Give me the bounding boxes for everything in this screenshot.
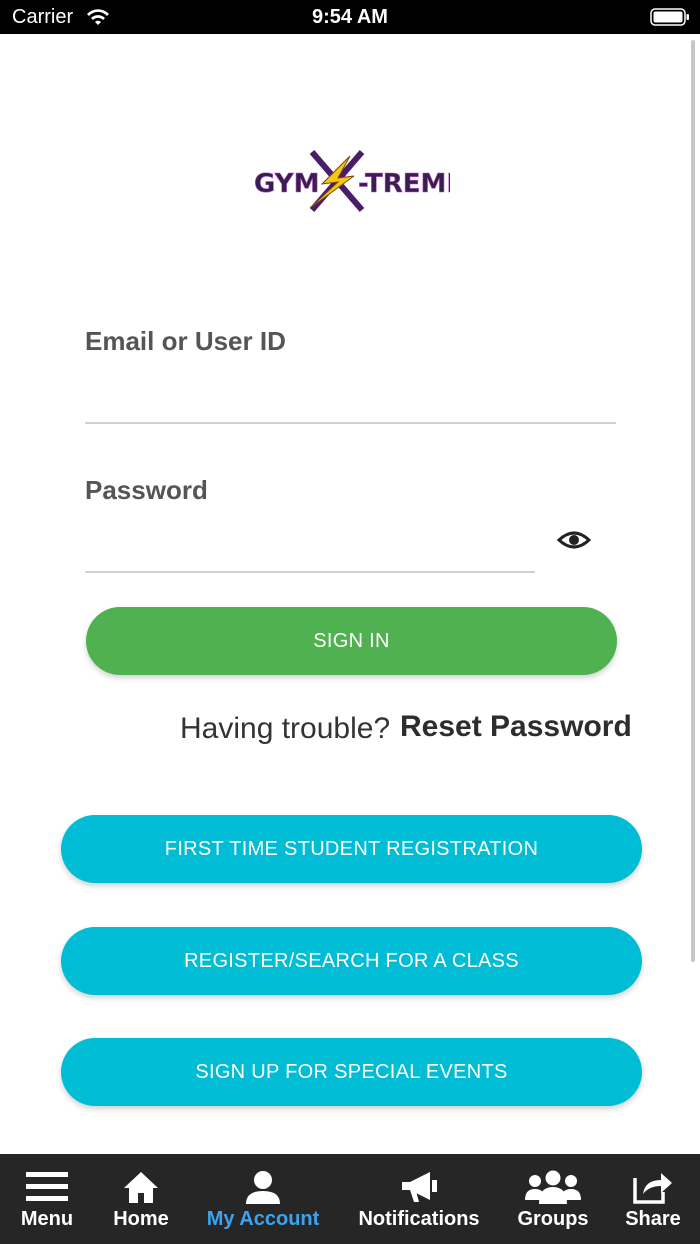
tab-label: My Account	[206, 1208, 320, 1230]
battery-icon	[650, 8, 689, 26]
svg-text:GYM: GYM	[254, 169, 319, 199]
group-icon	[525, 1170, 581, 1204]
clock: 9:54 AM	[312, 6, 388, 28]
reset-password-link[interactable]: Reset Password	[400, 710, 632, 744]
show-password-icon[interactable]	[557, 527, 591, 553]
share-icon	[633, 1173, 672, 1204]
password-label: Password	[85, 475, 208, 505]
sign-in-label: SIGN IN	[313, 629, 390, 652]
tab-share[interactable]: Share	[608, 1154, 698, 1244]
special-events-button[interactable]: SIGN UP FOR SPECIAL EVENTS	[61, 1038, 642, 1106]
status-bar: Carrier 9:54 AM	[0, 0, 700, 34]
tab-label: Menu	[20, 1208, 74, 1230]
password-field[interactable]	[85, 571, 535, 573]
tab-my-account[interactable]: My Account	[200, 1154, 326, 1244]
email-field[interactable]	[85, 422, 616, 424]
trouble-text: Having trouble?	[180, 712, 391, 745]
action-label: REGISTER/SEARCH FOR A CLASS	[184, 949, 519, 972]
home-icon	[124, 1172, 158, 1203]
tab-groups[interactable]: Groups	[505, 1154, 601, 1244]
gym-xtreme-logo: GYM -TREME	[254, 150, 450, 212]
action-label: FIRST TIME STUDENT REGISTRATION	[164, 837, 539, 860]
tab-notifications[interactable]: Notifications	[350, 1154, 488, 1244]
tab-label: Home	[113, 1208, 169, 1230]
svg-text:-TREME: -TREME	[358, 169, 450, 199]
tab-label: Groups	[517, 1208, 589, 1230]
email-label: Email or User ID	[85, 326, 286, 356]
tab-label: Notifications	[358, 1208, 480, 1230]
megaphone-icon	[402, 1172, 437, 1202]
hamburger-icon	[26, 1172, 68, 1201]
tab-menu[interactable]: Menu	[0, 1154, 94, 1244]
tab-label: Share	[625, 1208, 681, 1230]
sign-in-button[interactable]: SIGN IN	[86, 607, 617, 675]
tab-home[interactable]: Home	[94, 1154, 188, 1244]
scroll-indicator[interactable]	[691, 40, 695, 962]
first-time-registration-button[interactable]: FIRST TIME STUDENT REGISTRATION	[61, 815, 642, 883]
user-icon	[246, 1171, 280, 1204]
action-label: SIGN UP FOR SPECIAL EVENTS	[195, 1060, 508, 1083]
register-search-class-button[interactable]: REGISTER/SEARCH FOR A CLASS	[61, 927, 642, 995]
tab-bar: Menu Home My Account Notifications Group…	[0, 1154, 700, 1244]
